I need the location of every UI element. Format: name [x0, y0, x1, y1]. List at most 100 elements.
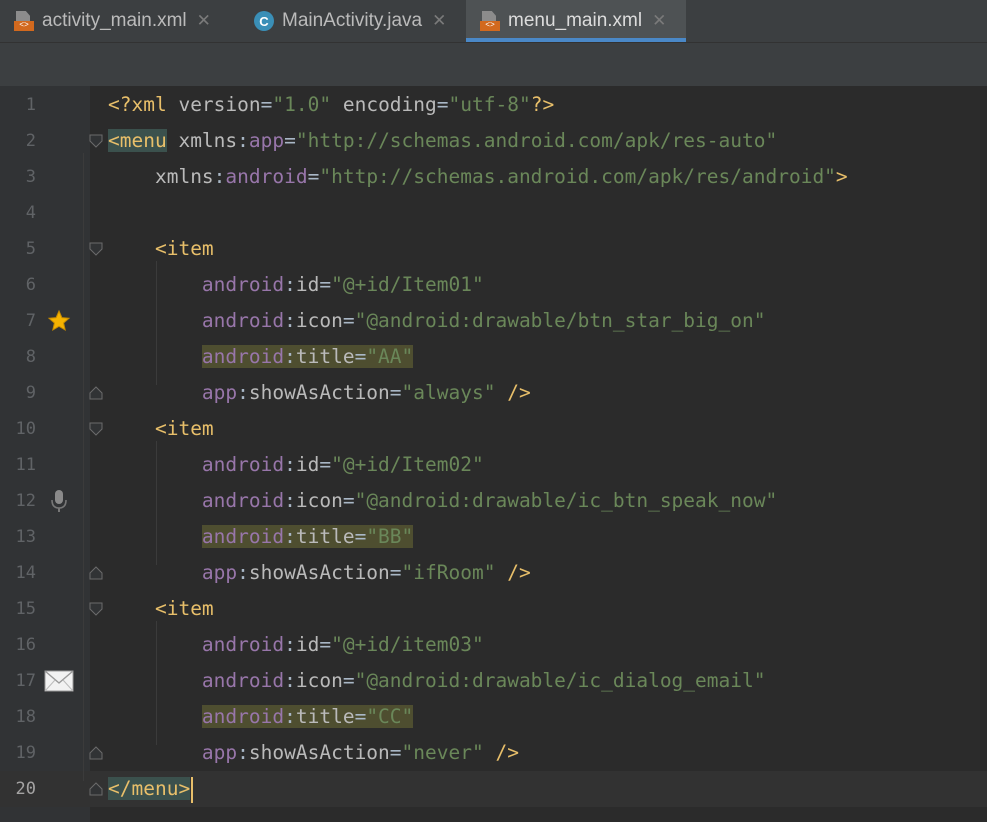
code-text: app:showAsAction="never" />: [108, 735, 519, 771]
code-token: "ifRoom": [401, 561, 496, 584]
code-line[interactable]: 13 android:title="BB": [0, 519, 987, 555]
code-line[interactable]: 14 app:showAsAction="ifRoom" />: [0, 555, 987, 591]
microphone-icon[interactable]: [44, 487, 74, 515]
envelope-icon[interactable]: [44, 667, 74, 695]
code-token: :: [237, 381, 249, 404]
code-text: <?xml version="1.0" encoding="utf-8"?>: [108, 87, 554, 123]
code-token: android: [225, 165, 308, 188]
code-token: android: [201, 525, 285, 548]
code-line[interactable]: 2 <menu xmlns:app="http://schemas.android…: [0, 123, 987, 159]
code-text: android:id="@+id/Item02": [108, 447, 484, 483]
fold-marker-icon[interactable]: [89, 134, 103, 148]
code-line[interactable]: 15 <item: [0, 591, 987, 627]
fold-marker-icon[interactable]: [89, 782, 103, 796]
code-token: icon: [295, 309, 343, 332]
code-token: app: [201, 741, 238, 764]
code-token: =: [354, 705, 367, 728]
line-number: 4: [25, 203, 36, 223]
line-number: 1: [25, 95, 36, 115]
fold-marker-icon[interactable]: [89, 566, 103, 580]
code-line[interactable]: 11 android:id="@+id/Item02": [0, 447, 987, 483]
code-text: android:id="@+id/item03": [108, 627, 484, 663]
line-number: 13: [15, 527, 36, 547]
code-line[interactable]: 5 <item: [0, 231, 987, 267]
code-token: showAsAction: [248, 561, 390, 584]
code-token: :: [284, 309, 296, 332]
code-line[interactable]: 17 android:icon="@android:drawable/ic_di…: [0, 663, 987, 699]
tab-main-activity-java[interactable]: C MainActivity.java ✕: [240, 0, 466, 42]
editor-tab-bar: <> activity_main.xml ✕ C MainActivity.ja…: [0, 0, 987, 43]
code-token: =: [307, 165, 320, 188]
code-token: android: [201, 453, 285, 476]
fold-marker-icon[interactable]: [89, 242, 103, 256]
code-token: :: [237, 129, 249, 152]
code-line[interactable]: 10 <item: [0, 411, 987, 447]
code-line[interactable]: 9 app:showAsAction="always" />: [0, 375, 987, 411]
code-token: :: [237, 561, 249, 584]
code-line[interactable]: 3 xmlns:android="http://schemas.android.…: [0, 159, 987, 195]
code-token: "@android:drawable/ic_btn_speak_now": [354, 489, 778, 512]
code-text: android:title="AA": [108, 339, 414, 375]
code-token: =: [389, 561, 402, 584]
code-token: =: [342, 309, 355, 332]
code-token: android: [201, 705, 285, 728]
code-line[interactable]: 8 android:title="AA": [0, 339, 987, 375]
code-line[interactable]: 1 <?xml version="1.0" encoding="utf-8"?>: [0, 87, 987, 123]
code-line[interactable]: 12 android:icon="@android:drawable/ic_bt…: [0, 483, 987, 519]
line-number: 17: [15, 671, 36, 691]
code-text: <item: [108, 411, 214, 447]
close-icon[interactable]: ✕: [652, 11, 666, 31]
code-token: "CC": [366, 705, 414, 728]
code-token: />: [507, 561, 531, 584]
code-line[interactable]: 4: [0, 195, 987, 231]
code-line[interactable]: 19 app:showAsAction="never" />: [0, 735, 987, 771]
code-token: app: [201, 381, 238, 404]
tab-label: menu_main.xml: [508, 10, 643, 31]
line-number: 16: [15, 635, 36, 655]
code-token: =: [284, 129, 296, 152]
code-token: app: [248, 129, 285, 152]
code-token: android: [201, 345, 285, 368]
xml-file-icon: <>: [480, 11, 500, 31]
code-line[interactable]: 18 android:title="CC": [0, 699, 987, 735]
fold-marker-icon[interactable]: [89, 422, 103, 436]
indent-guide: [156, 441, 157, 565]
code-token: encoding: [342, 93, 437, 116]
line-number: 18: [15, 707, 36, 727]
code-editor[interactable]: 1 <?xml version="1.0" encoding="utf-8"?> 2…: [0, 86, 987, 822]
close-icon[interactable]: ✕: [197, 11, 211, 31]
code-token: </menu>: [108, 777, 191, 800]
code-token: xmlns: [154, 165, 214, 188]
fold-marker-icon[interactable]: [89, 386, 103, 400]
code-token: title: [295, 525, 355, 548]
code-token: =: [436, 93, 449, 116]
code-line[interactable]: 6 android:id="@+id/Item01": [0, 267, 987, 303]
close-icon[interactable]: ✕: [432, 11, 446, 31]
code-line[interactable]: 7 android:icon="@android:drawable/btn_st…: [0, 303, 987, 339]
code-token: "@android:drawable/btn_star_big_on": [354, 309, 766, 332]
fold-marker-icon[interactable]: [89, 746, 103, 760]
code-line[interactable]: 20 </menu>: [0, 771, 987, 807]
tab-activity-main-xml[interactable]: <> activity_main.xml ✕: [0, 0, 240, 42]
code-token: :: [284, 345, 296, 368]
line-number: 20: [15, 779, 36, 799]
code-token: title: [295, 705, 355, 728]
fold-marker-icon[interactable]: [89, 602, 103, 616]
code-token: =: [342, 669, 355, 692]
tab-menu-main-xml[interactable]: <> menu_main.xml ✕: [466, 0, 686, 42]
code-token: >: [835, 165, 848, 188]
line-number: 6: [25, 275, 36, 295]
code-token: id: [295, 633, 320, 656]
tab-label: MainActivity.java: [282, 10, 423, 31]
code-token: android: [201, 309, 285, 332]
star-icon[interactable]: [44, 307, 74, 335]
code-text: android:title="BB": [108, 519, 414, 555]
code-line[interactable]: 16 android:id="@+id/item03": [0, 627, 987, 663]
